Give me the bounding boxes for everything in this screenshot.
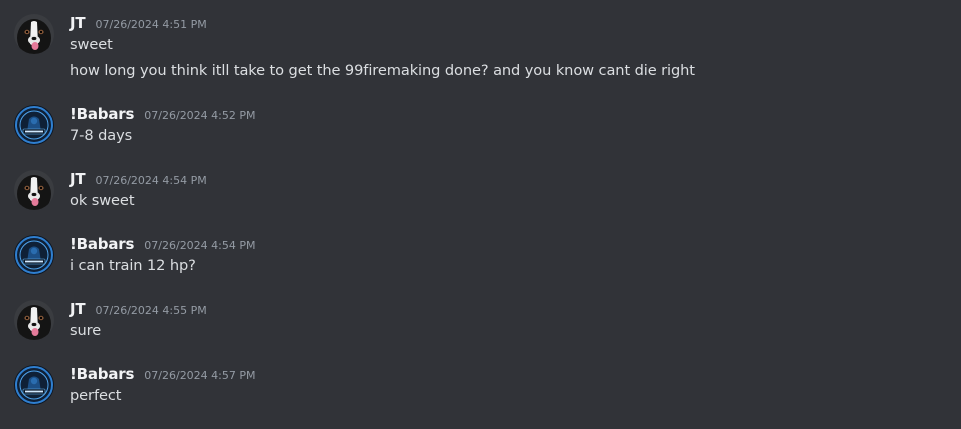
timestamp: 07/26/2024 4:52 PM [144,109,256,122]
message-header: JT 07/26/2024 4:54 PM [70,169,207,188]
clan-logo-avatar-icon[interactable] [14,235,54,275]
timestamp: 07/26/2024 4:51 PM [95,18,207,31]
timestamp: 07/26/2024 4:54 PM [144,239,256,252]
username[interactable]: JT [70,300,86,318]
message-text: i can train 12 hp? [70,257,196,274]
message-text: how long you think itll take to get the … [70,62,695,79]
message-text: sure [70,322,102,339]
username[interactable]: !Babars [70,365,134,383]
message-header: !Babars 07/26/2024 4:52 PM [70,104,256,123]
dog-avatar-icon[interactable] [14,300,54,340]
chat-message-list: JT 07/26/2024 4:51 PM sweet how long you… [0,0,961,429]
message-text: sweet [70,36,113,53]
message-text: ok sweet [70,192,135,209]
timestamp: 07/26/2024 4:57 PM [144,369,256,382]
dog-avatar-icon[interactable] [14,14,54,54]
message-text: perfect [70,387,122,404]
clan-logo-avatar-icon[interactable] [14,105,54,145]
message-header: JT 07/26/2024 4:51 PM [70,13,207,32]
timestamp: 07/26/2024 4:54 PM [95,174,207,187]
username[interactable]: !Babars [70,235,134,253]
clan-logo-avatar-icon[interactable] [14,365,54,405]
username[interactable]: JT [70,14,86,32]
message-header: JT 07/26/2024 4:55 PM [70,299,207,318]
username[interactable]: !Babars [70,105,134,123]
message-header: !Babars 07/26/2024 4:57 PM [70,364,256,383]
message-text: 7-8 days [70,127,133,144]
timestamp: 07/26/2024 4:55 PM [95,304,207,317]
dog-avatar-icon[interactable] [14,170,54,210]
username[interactable]: JT [70,170,86,188]
message-header: !Babars 07/26/2024 4:54 PM [70,234,256,253]
